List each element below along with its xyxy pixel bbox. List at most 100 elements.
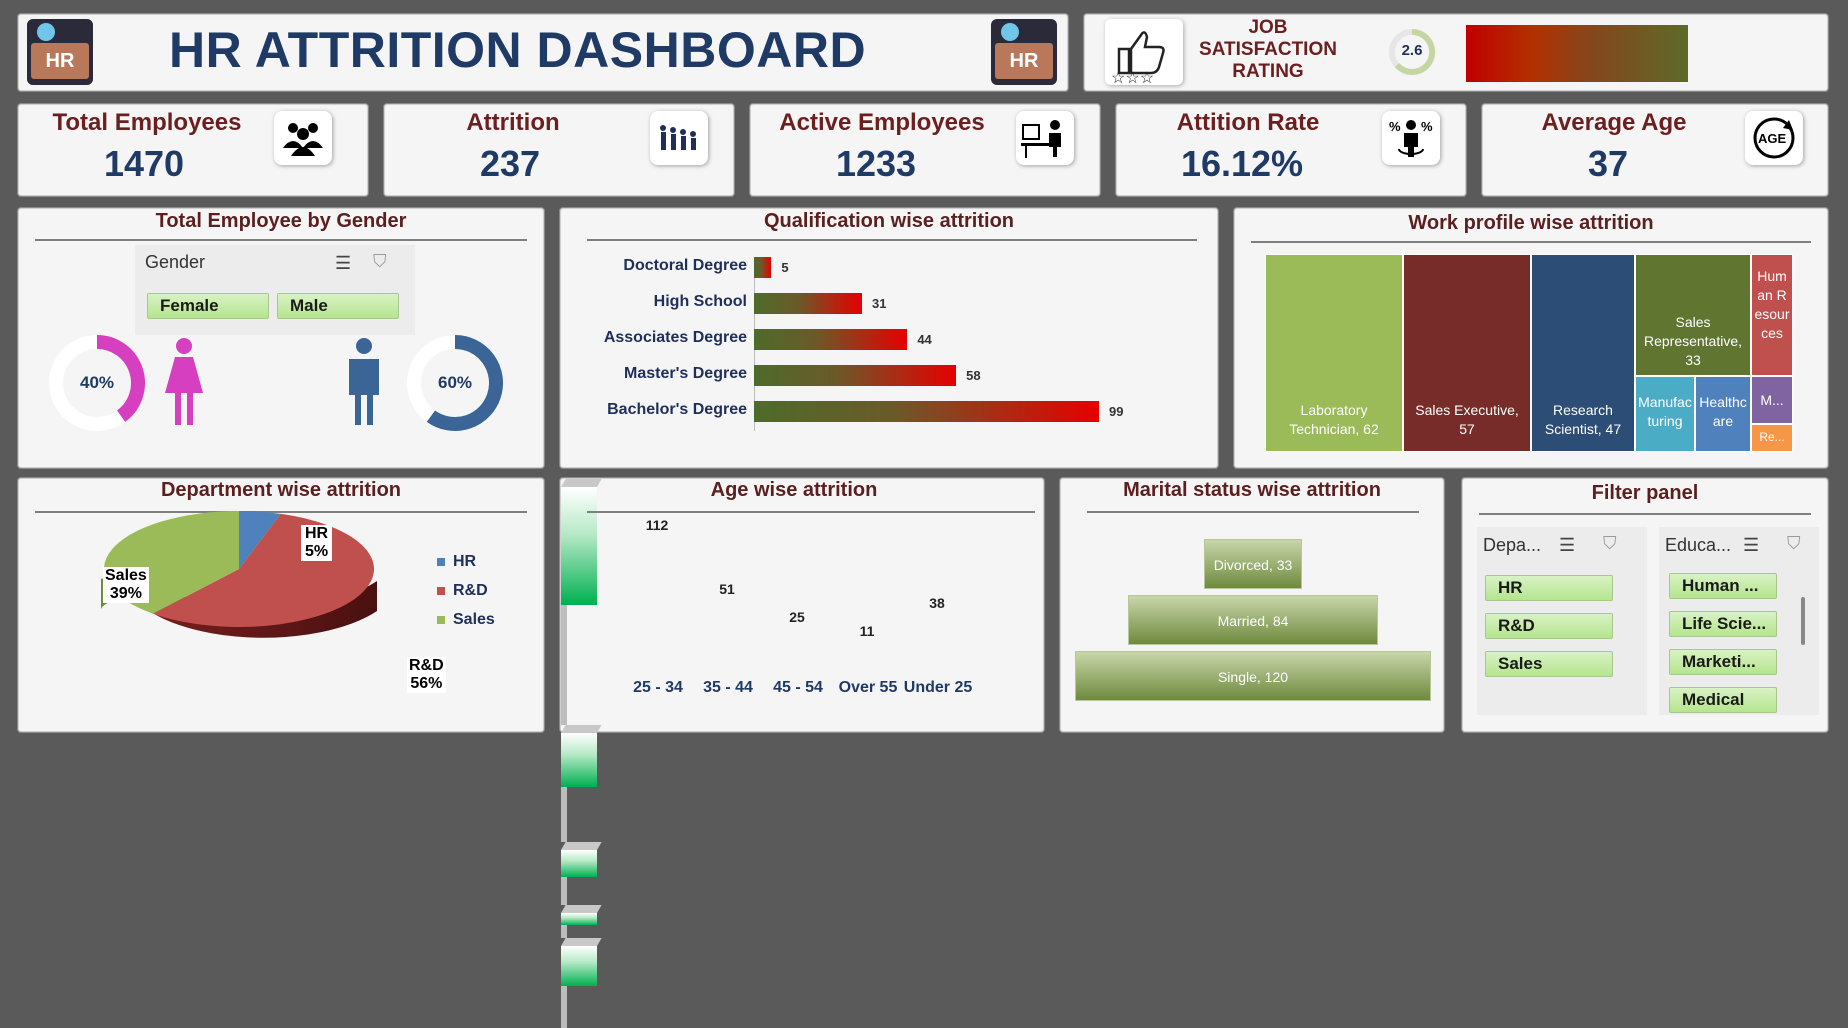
legend-rd: R&D: [437, 582, 488, 600]
kpi-value: 1470: [103, 143, 185, 184]
education-slicer: Educa... ☰ ⛉ Human ... Life Scie... Mark…: [1659, 527, 1819, 715]
treemap-cell-research-scientist[interactable]: Research Scientist, 47: [1531, 254, 1635, 452]
bar-category-label: 35 - 44: [703, 679, 753, 696]
bar-category-label: 45 - 54: [773, 679, 823, 696]
age-bar-side: [561, 924, 567, 939]
pyramid-bar: Divorced, 33: [1204, 539, 1302, 589]
title-divider: [35, 239, 527, 241]
multi-select-icon[interactable]: ☰: [1559, 535, 1575, 556]
education-option-medical[interactable]: Medical: [1669, 687, 1777, 713]
title-divider: [1251, 241, 1811, 243]
bar-category-label: Under 25: [903, 679, 973, 696]
bar-value-label: 5: [781, 260, 789, 275]
legend-sales: Sales: [437, 611, 495, 629]
treemap-cell-sales-executive[interactable]: Sales Executive, 57: [1403, 254, 1531, 452]
bar-category-label: Associates Degree: [603, 329, 747, 346]
bar-category-label: Master's Degree: [624, 365, 747, 382]
bar-category-label: 25 - 34: [633, 679, 683, 696]
page-title: HR ATTRITION DASHBOARD: [169, 22, 867, 78]
qualification-title: Qualification wise attrition: [763, 210, 1015, 232]
job-satisfaction-label: JOB SATISFACTION RATING: [1199, 17, 1337, 82]
age-bar: [561, 913, 597, 925]
age-bar-top: [561, 725, 602, 733]
bar-value-label: 38: [929, 594, 945, 611]
bar-value-label: 112: [645, 517, 669, 533]
kpi-value: 1233: [835, 143, 917, 184]
multi-select-icon[interactable]: ☰: [335, 253, 351, 274]
clear-filter-icon[interactable]: ⛉: [373, 251, 387, 272]
age-bar-side: [561, 605, 567, 725]
treemap-cell-laboratory-technician[interactable]: Laboratory Technician, 62: [1265, 254, 1403, 452]
department-slicer: Depa... ☰ ⛉ HR R&D Sales: [1477, 527, 1647, 715]
pyramid-bar: Married, 84: [1128, 595, 1378, 645]
gender-slicer: Gender ☰ ⛉ Female Male: [135, 245, 415, 335]
gender-option-female[interactable]: Female: [147, 293, 269, 319]
title-divider: [587, 511, 1035, 513]
department-option-rd[interactable]: R&D: [1485, 613, 1613, 639]
male-icon: [341, 337, 387, 432]
education-option-human[interactable]: Human ...: [1669, 573, 1777, 599]
people-group-icon: [274, 111, 332, 165]
education-option-marketing[interactable]: Marketi...: [1669, 649, 1777, 675]
person-icon: [37, 23, 55, 41]
department-slicer-title: Depa...: [1483, 535, 1542, 555]
kpi-value: 16.12%: [1180, 143, 1304, 184]
work-profile-title: Work profile wise attrition: [1408, 212, 1654, 234]
female-percent: 40%: [79, 373, 115, 392]
kpi-label: Average Age: [1541, 109, 1687, 136]
kpi-label: Active Employees: [779, 109, 985, 136]
svg-text:%: %: [1389, 119, 1401, 134]
hr-logo-text: HR: [995, 43, 1053, 79]
treemap-cell-sales-representative[interactable]: Sales Representative, 33: [1635, 254, 1751, 376]
kpi-value: 237: [479, 143, 541, 184]
treemap-cell-healthcare[interactable]: Healthcare: [1695, 376, 1751, 452]
age-bar-top: [561, 479, 602, 487]
title-divider: [587, 239, 1197, 241]
education-slicer-title: Educa...: [1665, 535, 1732, 555]
age-bar-side: [561, 986, 567, 1028]
age-bar: [561, 946, 597, 987]
multi-select-icon[interactable]: ☰: [1743, 535, 1759, 556]
kpi-card-active-employees: Active Employees 1233: [750, 104, 1100, 196]
hr-logo-text: HR: [31, 43, 89, 79]
gender-title: Total Employee by Gender: [155, 210, 407, 232]
education-option-life-sciences[interactable]: Life Scie...: [1669, 611, 1777, 637]
clear-filter-icon[interactable]: ⛉: [1603, 533, 1617, 554]
bar-value-label: 51: [719, 581, 735, 598]
clear-filter-icon[interactable]: ⛉: [1787, 533, 1801, 554]
age-bar-top: [561, 905, 602, 914]
age-bar-top: [561, 842, 602, 851]
legend-swatch: [437, 616, 445, 624]
legend-swatch: [437, 558, 445, 566]
treemap-cell-re[interactable]: Re...: [1751, 424, 1793, 452]
person-icon: [1001, 23, 1019, 41]
kpi-card-attrition: Attrition 237: [384, 104, 734, 196]
bar: [754, 401, 1099, 422]
age-bar: [561, 733, 597, 787]
title-divider: [1479, 513, 1811, 515]
filter-panel-title: Filter panel: [1591, 482, 1699, 504]
treemap-cell-manufacturing[interactable]: Manufacturing: [1635, 376, 1695, 452]
rating-gauge: 2.6: [1387, 27, 1437, 77]
age-bar: [561, 487, 597, 605]
department-option-sales[interactable]: Sales: [1485, 651, 1613, 677]
treemap-cell-m[interactable]: M...: [1751, 376, 1793, 424]
hr-logo-right: HR: [991, 19, 1057, 85]
gender-option-male[interactable]: Male: [277, 293, 399, 319]
bar-value-label: 11: [859, 623, 875, 640]
rating-value: 2.6: [1401, 42, 1423, 59]
bar-category-label: Bachelor's Degree: [607, 401, 747, 418]
treemap-cell-human-resources[interactable]: Human Resources: [1751, 254, 1793, 376]
bar-value-label: 25: [789, 608, 805, 625]
legend-hr: HR: [437, 553, 476, 571]
department-option-hr[interactable]: HR: [1485, 575, 1613, 601]
bar-value-label: 44: [917, 332, 932, 347]
title-divider: [1087, 511, 1419, 513]
gender-card: Total Employee by Gender Gender ☰ ⛉ Fema…: [18, 208, 544, 468]
svg-text:%: %: [1421, 119, 1433, 134]
slicer-scrollbar[interactable]: [1801, 597, 1805, 645]
age-bar-side: [561, 786, 567, 843]
people-leaving-icon: [650, 111, 708, 165]
age-card: Age wise attrition 112 25 - 34 51 35 - 44 25…: [560, 478, 1044, 1028]
legend-swatch: [437, 587, 445, 595]
